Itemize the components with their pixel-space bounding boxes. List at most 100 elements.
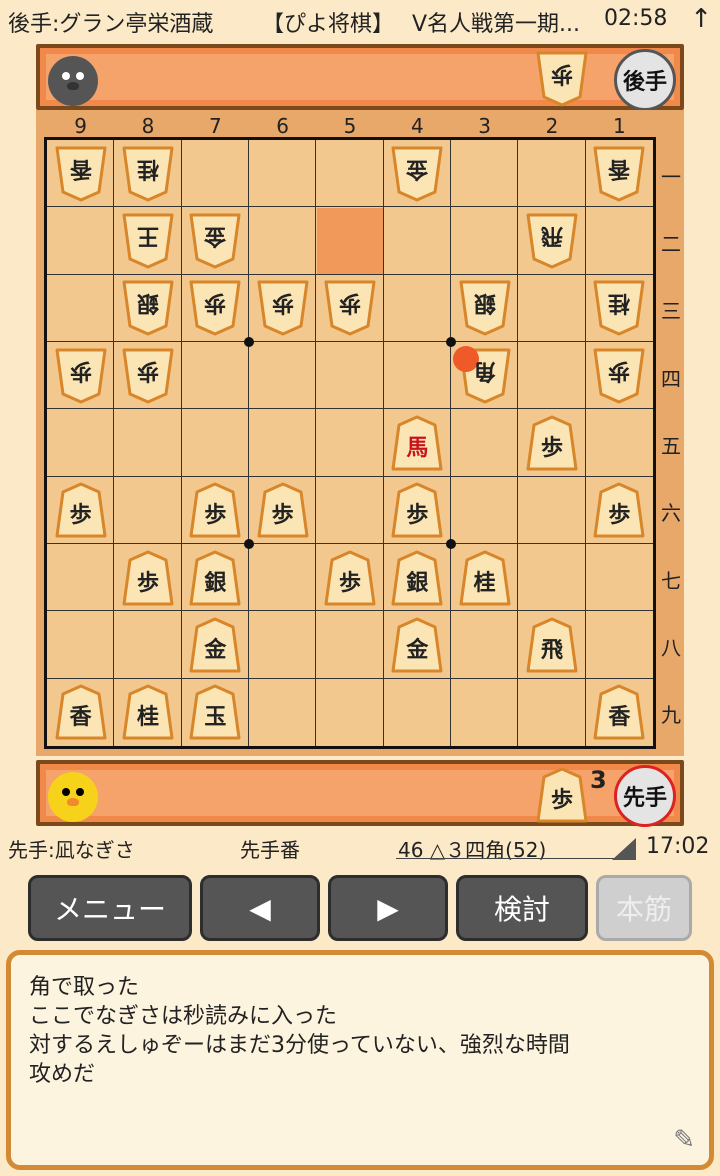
comment-line: 対するえしゅぞーはまだ3分使っていない、強烈な時間 (29, 1033, 570, 1058)
board-square[interactable] (316, 476, 384, 544)
prev-move-button[interactable]: ◀ (200, 875, 320, 941)
gote-piece[interactable]: 歩 (593, 348, 645, 404)
file-label: 3 (478, 114, 492, 138)
board-square[interactable] (451, 476, 519, 544)
star-point (446, 337, 456, 347)
board-square[interactable] (249, 611, 317, 679)
board-square[interactable] (518, 544, 586, 612)
board-square[interactable] (249, 342, 317, 410)
board-square[interactable] (249, 678, 317, 746)
comment-panel[interactable]: 角で取った ここでなぎさは秒読みに入った 対するえしゅぞーはまだ3分使っていない… (6, 950, 714, 1170)
sente-piece[interactable]: 歩 (324, 550, 376, 606)
next-move-button[interactable]: ▶ (328, 875, 448, 941)
board-square[interactable] (585, 544, 653, 612)
gote-piece[interactable]: 香 (55, 146, 107, 202)
board-square[interactable] (383, 342, 451, 410)
board-square[interactable] (47, 544, 115, 612)
board-square[interactable] (181, 342, 249, 410)
menu-button[interactable]: メニュー (28, 875, 192, 941)
up-arrow-icon[interactable]: ↑ (690, 4, 712, 34)
sente-piece[interactable]: 飛 (526, 617, 578, 673)
board-square[interactable] (316, 611, 384, 679)
board-square[interactable] (47, 207, 115, 275)
board-square[interactable] (383, 274, 451, 342)
sente-piece[interactable]: 歩 (189, 482, 241, 538)
gote-piece[interactable]: 金 (391, 146, 443, 202)
sente-piece[interactable]: 歩 (526, 415, 578, 471)
gote-hand-piece[interactable]: 歩 (536, 51, 588, 107)
sente-hand-piece[interactable]: 歩 (536, 767, 588, 823)
gote-piece[interactable]: 金 (189, 213, 241, 269)
game-title: V名人戦第一期... (412, 12, 581, 37)
board-square[interactable] (384, 678, 451, 746)
top-bar: 後手:グラン亭栄酒蔵 【ぴよ将棋】 V名人戦第一期... 02:58 ↑ (0, 0, 720, 42)
board-square[interactable] (518, 274, 586, 342)
board-square[interactable] (518, 678, 586, 746)
board-square[interactable] (518, 342, 586, 410)
sente-piece[interactable]: 金 (391, 617, 443, 673)
board-square[interactable] (451, 678, 519, 746)
sente-piece[interactable]: 歩 (257, 482, 309, 538)
board-square[interactable] (249, 140, 317, 208)
board-square[interactable] (316, 409, 384, 477)
sente-piece[interactable]: 香 (55, 684, 107, 740)
board-square[interactable] (518, 476, 586, 544)
sente-piece[interactable]: 銀 (189, 550, 241, 606)
board-square[interactable] (47, 274, 115, 342)
gote-piece[interactable]: 銀 (122, 280, 174, 336)
sente-piece[interactable]: 銀 (391, 550, 443, 606)
board-square[interactable] (585, 207, 653, 275)
board-square[interactable] (181, 140, 249, 208)
board-square[interactable] (114, 611, 182, 679)
gote-piece[interactable]: 王 (122, 213, 174, 269)
board-square[interactable] (316, 140, 384, 208)
gote-piece[interactable]: 歩 (324, 280, 376, 336)
board-square[interactable] (451, 207, 519, 275)
board-square[interactable] (181, 409, 249, 477)
board-square[interactable] (585, 409, 653, 477)
gote-piece[interactable]: 桂 (593, 280, 645, 336)
gote-piece[interactable]: 歩 (122, 348, 174, 404)
sente-piece[interactable]: 玉 (189, 684, 241, 740)
sente-piece[interactable]: 香 (593, 684, 645, 740)
board-square[interactable] (47, 409, 115, 477)
gote-piece[interactable]: 歩 (257, 280, 309, 336)
sente-piece[interactable]: 桂 (122, 684, 174, 740)
sente-piece[interactable]: 桂 (459, 550, 511, 606)
sente-piece[interactable]: 歩 (55, 482, 107, 538)
sente-piece[interactable]: 歩 (593, 482, 645, 538)
sente-piece[interactable]: 歩 (122, 550, 174, 606)
hand-count: 3 (590, 766, 607, 794)
gote-piece[interactable]: 歩 (189, 280, 241, 336)
gote-piece[interactable]: 桂 (122, 146, 174, 202)
board-square[interactable] (114, 476, 182, 544)
file-label: 5 (343, 114, 357, 138)
board-square[interactable] (383, 207, 451, 275)
analyze-button[interactable]: 検討 (456, 875, 588, 941)
gote-piece[interactable]: 飛 (526, 213, 578, 269)
board-square[interactable] (518, 140, 586, 208)
board-square[interactable] (451, 611, 519, 679)
board-square[interactable] (585, 611, 653, 679)
move-dropdown-icon[interactable] (612, 838, 636, 860)
board-square[interactable] (114, 409, 182, 477)
sente-piece[interactable]: 金 (189, 617, 241, 673)
board-square[interactable] (451, 409, 519, 477)
board-square[interactable] (249, 409, 317, 477)
file-label: 4 (410, 114, 424, 138)
gote-piece[interactable]: 香 (593, 146, 645, 202)
board-square[interactable] (47, 611, 115, 679)
sente-piece[interactable]: 馬 (391, 415, 443, 471)
gote-piece[interactable]: 銀 (459, 280, 511, 336)
star-point (446, 539, 456, 549)
board-square[interactable] (316, 342, 384, 410)
star-point (244, 337, 254, 347)
board-square[interactable] (249, 207, 317, 275)
pencil-icon[interactable]: ✎ (673, 1125, 695, 1155)
board-square[interactable] (249, 544, 317, 612)
board-square[interactable] (316, 678, 384, 746)
board-square[interactable] (316, 207, 384, 275)
gote-piece[interactable]: 歩 (55, 348, 107, 404)
board-square[interactable] (451, 140, 519, 208)
sente-piece[interactable]: 歩 (391, 482, 443, 538)
